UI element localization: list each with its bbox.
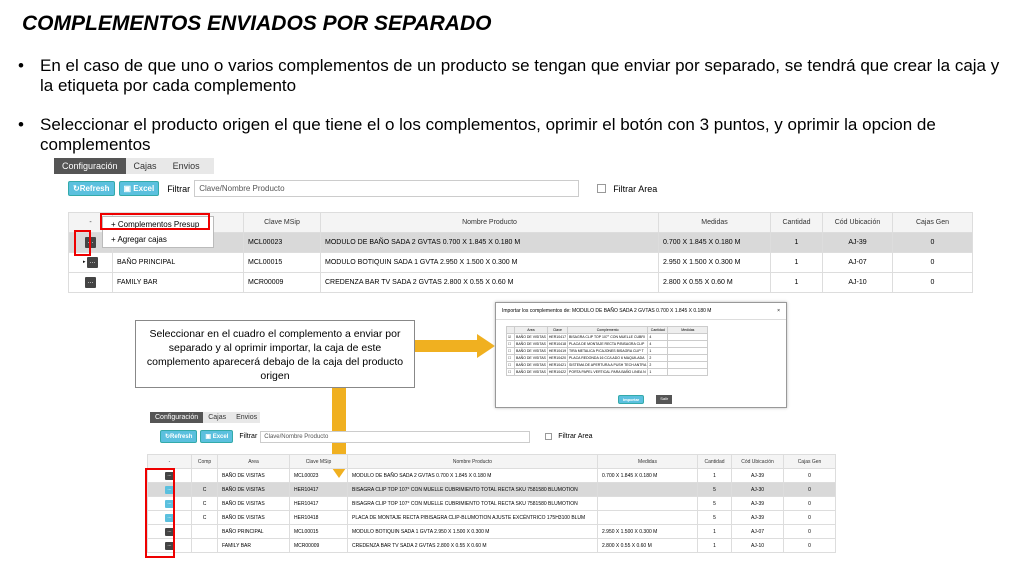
cell-comp: C	[191, 496, 218, 511]
cell-area: BAÑO PRINCIPAL	[217, 524, 290, 539]
arrow-right-icon	[415, 334, 495, 358]
cell-cantidad: 1	[697, 538, 732, 553]
cell-medidas: 0.700 X 1.845 X 0.180 M	[597, 468, 698, 483]
tab-cajas[interactable]: Cajas	[203, 412, 231, 423]
cell-cajas: 0	[783, 496, 836, 511]
filter-area-label: Filtrar Area	[558, 433, 593, 440]
col-header: Area	[217, 454, 290, 469]
cell-ubicacion: AJ-39	[731, 468, 784, 483]
cell-comp	[191, 538, 218, 553]
modal-row[interactable]: ☐ BAÑO DE VISITAS HER10419 TIRA METALICA P/…	[506, 347, 709, 355]
cell-cajas: 0	[783, 510, 836, 525]
bottom-toolbar: ↻Refresh ▣ Excel Filtrar Clave/Nombre Pr…	[160, 430, 593, 443]
cell-nombre: BISAGRA CLIP TOP 107° CON MUELLE CUBRIMI…	[347, 482, 598, 497]
highlight-button-column	[145, 468, 175, 558]
exit-button[interactable]: Salir	[656, 395, 673, 404]
filter-label: Filtrar	[239, 433, 258, 440]
cell-cajas: 0	[783, 538, 836, 553]
cell-cajas: 0	[783, 482, 836, 497]
cell-cajas: 0	[783, 524, 836, 539]
cell-nombre: PLACA DE MONTAJE RECTA P/BISAGRA CLIP-BL…	[347, 510, 598, 525]
modal-row[interactable]: ☐ BAÑO DE VISITAS HER10420 PLACA REDONDA 16…	[506, 354, 709, 362]
col-header: Clave MSip	[289, 454, 348, 469]
cell-ubicacion: AJ-39	[731, 496, 784, 511]
col-header: Medidas	[597, 454, 698, 469]
cell-medidas	[597, 482, 698, 497]
tab-envios[interactable]: Envios	[231, 412, 262, 423]
cell-clave: MCL00015	[289, 524, 348, 539]
cell-medidas: 2.950 X 1.500 X 0.300 M	[597, 524, 698, 539]
cell-nombre: MODULO DE BAÑO SADA 2 GVTAS 0.700 X 1.84…	[347, 468, 598, 483]
cell-medidas	[597, 510, 698, 525]
col-header: Cód Ubicación	[731, 454, 784, 469]
table-row[interactable]: ... C BAÑO DE VISITAS HER10417 BISAGRA CLIP …	[147, 496, 836, 511]
cell-clave: HER10417	[289, 482, 348, 497]
excel-button[interactable]: ▣ Excel	[200, 430, 234, 443]
cell-cantidad: 5	[697, 482, 732, 497]
cell-medidas	[597, 496, 698, 511]
col-header: Cajas Gen	[783, 454, 836, 469]
modal-row[interactable]: ☐ BAÑO DE VISITAS HER10422 PORTA PAPEL VERT…	[506, 368, 709, 376]
bottom-grid-header: - Comp Area Clave MSip Nombre Producto M…	[147, 454, 836, 469]
modal-title: Importar los complementos de: MODULO DE …	[502, 308, 712, 314]
cell-comp: C	[191, 482, 218, 497]
col-header: Comp	[191, 454, 218, 469]
cell-clave: HER10418	[289, 510, 348, 525]
cell-area: BAÑO DE VISITAS	[217, 496, 290, 511]
cell-cantidad: 1	[697, 524, 732, 539]
cell-area: BAÑO DE VISITAS	[217, 468, 290, 483]
cell-cantidad: 5	[697, 496, 732, 511]
cell-cantidad: 5	[697, 510, 732, 525]
tab-configuracion[interactable]: Configuración	[150, 412, 204, 423]
refresh-button[interactable]: ↻Refresh	[160, 430, 198, 443]
col-header: -	[147, 454, 192, 469]
cell-clave: MCL00023	[289, 468, 348, 483]
cell-nombre: CREDENZA BAR TV SADA 2 GVTAS 2.800 X 0.5…	[347, 538, 598, 553]
cell-comp	[191, 524, 218, 539]
modal-row[interactable]: ☐ BAÑO DE VISITAS HER10421 SISTEMA DE APERT…	[506, 361, 709, 369]
close-icon[interactable]: ×	[777, 308, 780, 314]
filter-input[interactable]: Clave/Nombre Producto	[260, 430, 531, 443]
bottom-grid-body: ... BAÑO DE VISITAS MCL00023 MODULO DE BAÑO…	[147, 468, 836, 553]
cell-clave: HER10417	[289, 496, 348, 511]
cell-comp	[191, 468, 218, 483]
cell-ubicacion: AJ-10	[731, 538, 784, 553]
modal-table: Area Clave Complemento Cantidad Medidas …	[506, 326, 709, 376]
cell-area: BAÑO DE VISITAS	[217, 510, 290, 525]
cell-nombre: MODULO BOTIQUIN SADA 1 GVTA 2.950 X 1.50…	[347, 524, 598, 539]
cell-area: BAÑO DE VISITAS	[217, 482, 290, 497]
modal-row[interactable]: ☐ BAÑO DE VISITAS HER10418 PLACA DE MONTAJE…	[506, 340, 709, 348]
bottom-tabs: Configuración Cajas Envios	[150, 412, 260, 423]
table-row[interactable]: ... FAMILY BAR MCR00009 CREDENZA BAR TV SAD…	[147, 538, 836, 553]
table-row[interactable]: ... BAÑO PRINCIPAL MCL00015 MODULO BOTIQUIN…	[147, 524, 836, 539]
table-row[interactable]: ... BAÑO DE VISITAS MCL00023 MODULO DE BAÑO…	[147, 468, 836, 483]
bottom-screenshot: Configuración Cajas Envios ↻Refresh ▣ Ex…	[145, 412, 836, 574]
cell-clave: MCR00009	[289, 538, 348, 553]
cell-ubicacion: AJ-30	[731, 482, 784, 497]
cell-nombre: BISAGRA CLIP TOP 107° CON MUELLE CUBRIMI…	[347, 496, 598, 511]
cell-cajas: 0	[783, 468, 836, 483]
table-row[interactable]: ... C BAÑO DE VISITAS HER10418 PLACA DE MONT…	[147, 510, 836, 525]
filter-area-checkbox[interactable]	[545, 433, 553, 440]
cell-medidas: 2.800 X 0.55 X 0.60 M	[597, 538, 698, 553]
cell-comp: C	[191, 510, 218, 525]
col-header: Nombre Producto	[347, 454, 598, 469]
table-row[interactable]: ... C BAÑO DE VISITAS HER10417 BISAGRA CLIP …	[147, 482, 836, 497]
import-button[interactable]: Importar	[618, 395, 645, 404]
bottom-grid: - Comp Area Clave MSip Nombre Producto M…	[147, 454, 836, 553]
cell-ubicacion: AJ-39	[731, 510, 784, 525]
modal-row[interactable]: ☑ BAÑO DE VISITAS HER10417 BISAGRA CLIP TOP…	[506, 333, 709, 341]
cell-ubicacion: AJ-07	[731, 524, 784, 539]
col-header: Cantidad	[697, 454, 732, 469]
import-complements-modal: Importar los complementos de: MODULO DE …	[495, 302, 787, 408]
cell-cantidad: 1	[697, 468, 732, 483]
cell-area: FAMILY BAR	[217, 538, 290, 553]
